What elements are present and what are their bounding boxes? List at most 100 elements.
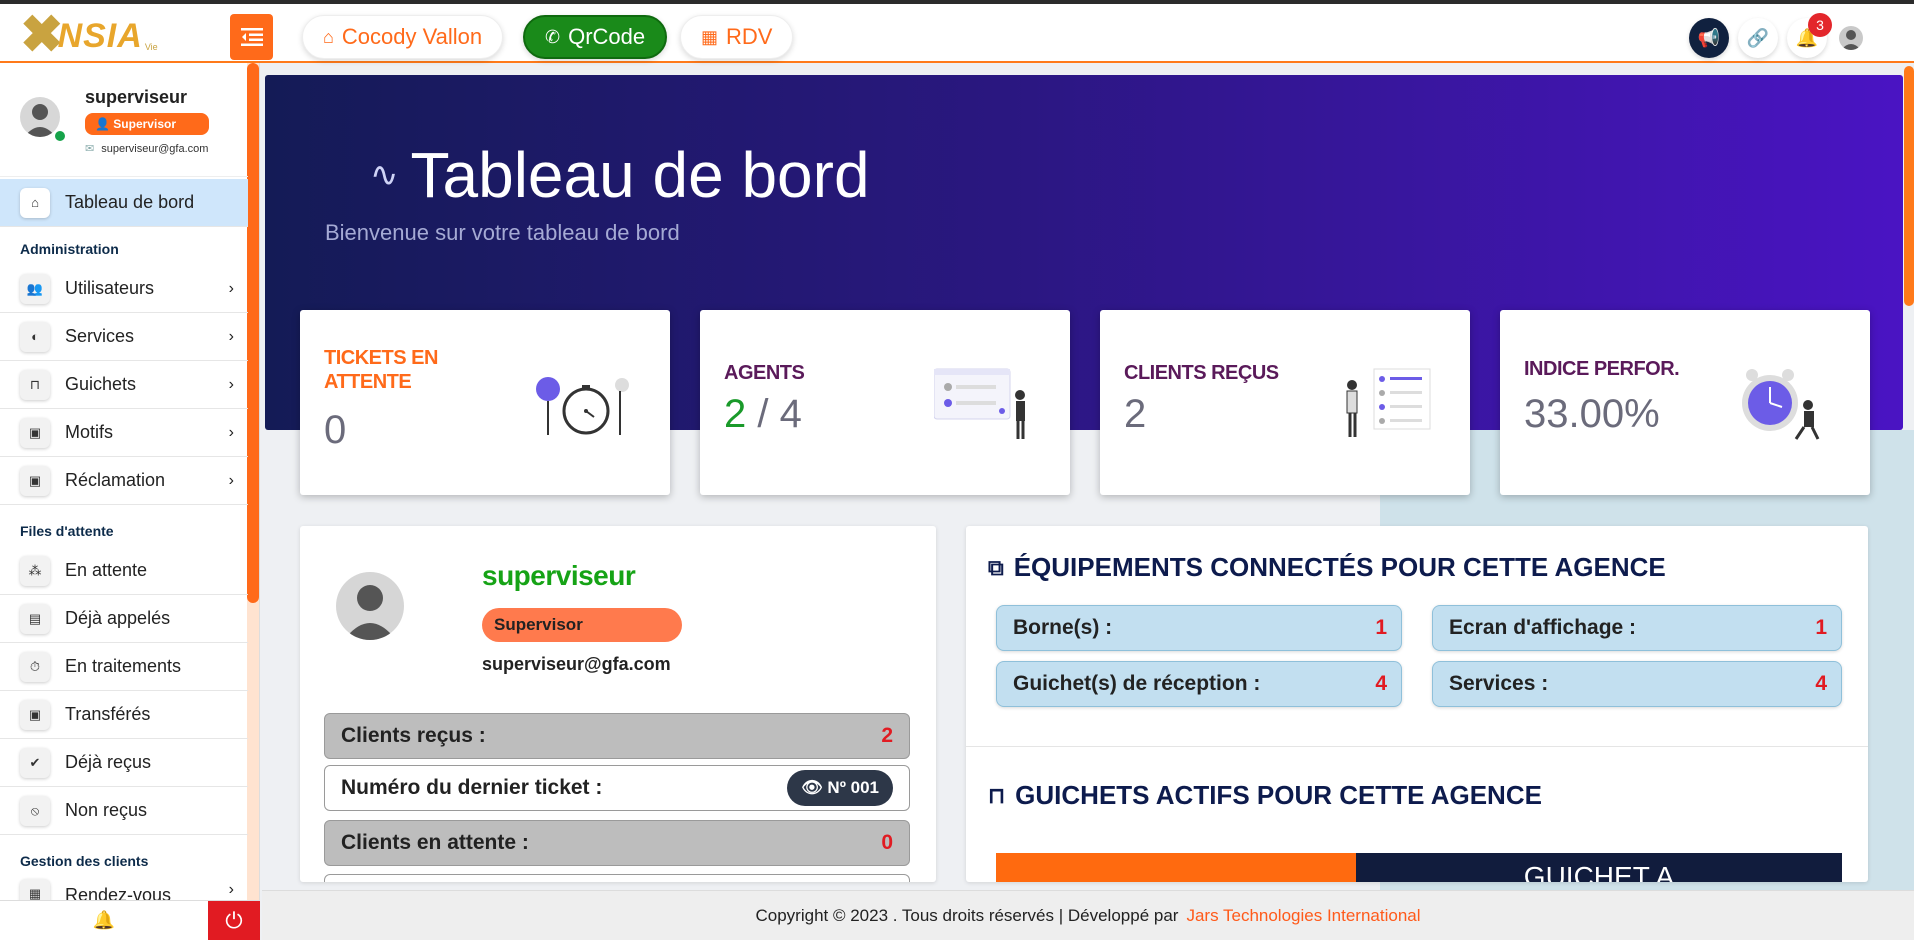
user-icon: 👤 — [95, 117, 110, 131]
indent-icon — [240, 28, 263, 46]
section-administration: Administration — [20, 241, 119, 257]
logout-button[interactable]: ⏻ — [208, 901, 260, 940]
guichet-card[interactable]: GUICHET A — [996, 853, 1842, 882]
equip-value: 1 — [1815, 616, 1827, 639]
copyright-text: Copyright © 2023 . Tous droits réservés … — [755, 905, 1179, 925]
row-label: Clients reçus : — [341, 724, 486, 747]
chevron-right-icon: › — [228, 423, 234, 441]
main-scrollbar[interactable] — [1904, 66, 1914, 306]
top-bar: ✖ NSIA Vie ⌂ Cocody Vallon ✆ QrCode ▦ RD… — [0, 0, 1914, 63]
stat-value: 33.00% — [1524, 392, 1660, 436]
developer-link[interactable]: Jars Technologies International — [1186, 906, 1420, 926]
last-ticket-chip[interactable]: 👁 Nº 001 — [787, 770, 893, 806]
sidebar-item-motifs[interactable]: ▣ Motifs › — [0, 409, 248, 457]
qrcode-button[interactable]: ✆ QrCode — [523, 15, 668, 59]
link-button[interactable]: 🔗 — [1738, 18, 1778, 58]
sidebar-item-deja-appeles[interactable]: ▤ Déjà appelés — [0, 595, 248, 643]
calendar-icon: ▦ — [701, 26, 719, 47]
stat-label: AGENTS — [724, 362, 805, 384]
equip-value: 4 — [1815, 672, 1827, 695]
equip-guichets: Guichet(s) de réception : 4 — [996, 661, 1402, 707]
chevron-right-icon: › — [228, 279, 234, 297]
sidebar-item-dashboard[interactable]: ⌂ Tableau de bord — [0, 179, 248, 227]
row-value: 2 — [881, 724, 893, 747]
stat-value: 0 — [324, 408, 347, 452]
menu-toggle-button[interactable] — [230, 14, 273, 60]
chevron-right-icon: › — [228, 471, 234, 489]
clients-attente-row: Clients en attente : 0 — [324, 820, 910, 866]
sidebar-footer: 🔔 ⏻ — [0, 900, 260, 940]
chevron-right-icon: › — [228, 327, 234, 345]
clock-illustration — [1742, 369, 1820, 440]
counter-icon: ⊓ — [988, 782, 1006, 808]
devices-icon: ⧉ — [988, 554, 1004, 580]
guichets-title-text: GUICHETS ACTIFS POUR CETTE AGENCE — [1015, 780, 1542, 810]
sidebar-item-en-attente[interactable]: ⁂ En attente — [0, 547, 248, 595]
stat-value: 2 / 4 — [724, 392, 802, 437]
notification-badge: 3 — [1808, 13, 1832, 37]
sidebar-item-non-recus[interactable]: ⦸ Non reçus — [0, 787, 248, 835]
sidebar-item-reclamation[interactable]: ▣ Réclamation › — [0, 457, 248, 505]
row-label: Numéro du dernier ticket : — [341, 776, 603, 799]
equipment-title: ⧉ ÉQUIPEMENTS CONNECTÉS POUR CETTE AGENC… — [988, 552, 1666, 583]
sidebar-item-label: Déjà appelés — [65, 608, 171, 628]
nsia-logo[interactable]: ✖ NSIA Vie — [20, 8, 190, 64]
divider — [966, 746, 1868, 747]
sidebar-item-label: Transférés — [65, 704, 151, 724]
sidebar-notifications-button[interactable]: 🔔 — [0, 901, 208, 940]
qrcode-label: QrCode — [568, 24, 646, 49]
profile-name: superviseur — [85, 87, 188, 107]
sidebar-item-label: Réclamation — [65, 470, 166, 490]
sidebar-item-rendez-vous[interactable]: ▦ Rendez-vous › — [0, 877, 248, 901]
equip-label: Borne(s) : — [1013, 616, 1113, 639]
clients-illustration — [1346, 368, 1431, 437]
sidebar-item-services[interactable]: ◐ Services › — [0, 313, 248, 361]
sidebar-item-guichets[interactable]: ⊓ Guichets › — [0, 361, 248, 409]
building-icon: ⌂ — [323, 26, 334, 47]
link-icon: 🔗 — [1746, 27, 1770, 48]
agents-total: 4 — [779, 392, 802, 436]
agency-button[interactable]: ⌂ Cocody Vallon — [302, 15, 504, 59]
check-icon: ✔ — [20, 747, 50, 778]
rdv-label: RDV — [726, 24, 773, 49]
stat-label-line1: TICKETS EN — [324, 347, 438, 369]
row-value: 0 — [881, 831, 893, 854]
ban-icon: ⦸ — [20, 795, 50, 826]
stat-card-performance[interactable]: INDICE PERFOR. 33.00% — [1500, 310, 1870, 495]
sidebar-item-label: Utilisateurs — [65, 278, 155, 298]
row-label: Clients en attente : — [341, 831, 529, 854]
logo-text: NSIA — [57, 16, 143, 55]
envelope-icon: ✉ — [85, 143, 95, 155]
avatar — [336, 572, 404, 640]
sidebar-item-users[interactable]: 👥 Utilisateurs › — [0, 265, 248, 313]
user-avatar[interactable] — [1839, 26, 1863, 50]
eye-icon: 👁 — [801, 778, 823, 797]
guichets-title: ⊓ GUICHETS ACTIFS POUR CETTE AGENCE — [988, 780, 1542, 811]
sidebar-scrollbar[interactable] — [247, 63, 259, 603]
equipment-title-text: ÉQUIPEMENTS CONNECTÉS POUR CETTE AGENCE — [1013, 552, 1666, 582]
chevron-right-icon: › — [228, 375, 234, 393]
sidebar-item-en-traitements[interactable]: ⏱ En traitements — [0, 643, 248, 691]
profile-email-text: superviseur@gfa.com — [101, 143, 209, 155]
sidebar-item-deja-recus[interactable]: ✔ Déjà reçus — [0, 739, 248, 787]
logo-sub: Vie — [144, 42, 158, 52]
stat-card-agents[interactable]: AGENTS 2 / 4 — [700, 310, 1070, 495]
agents-active: 2 — [724, 392, 747, 436]
section-clients: Gestion des clients — [20, 853, 149, 869]
sidebar: superviseur 👤 Supervisor ✉ superviseur@g… — [0, 63, 260, 940]
stat-card-tickets[interactable]: TICKETS EN ATTENTE 0 — [300, 310, 670, 495]
announcement-button[interactable]: 📢 — [1689, 18, 1729, 58]
sidebar-item-transferes[interactable]: ▣ Transférés — [0, 691, 248, 739]
equip-label: Guichet(s) de réception : — [1013, 672, 1261, 695]
rdv-button[interactable]: ▦ RDV — [680, 15, 794, 59]
sidebar-item-label: Services — [65, 326, 135, 346]
equip-label: Ecran d'affichage : — [1449, 616, 1637, 639]
stat-card-clients[interactable]: CLIENTS REÇUS 2 — [1100, 310, 1470, 495]
counter-icon: ⊓ — [20, 369, 50, 400]
next-row — [324, 874, 910, 882]
sidebar-item-label: Guichets — [65, 374, 137, 394]
sidebar-item-label: En traitements — [65, 656, 182, 676]
agents-illustration — [934, 368, 1025, 439]
users-icon: 👥 — [20, 273, 50, 304]
stat-label: INDICE PERFOR. — [1524, 358, 1680, 380]
